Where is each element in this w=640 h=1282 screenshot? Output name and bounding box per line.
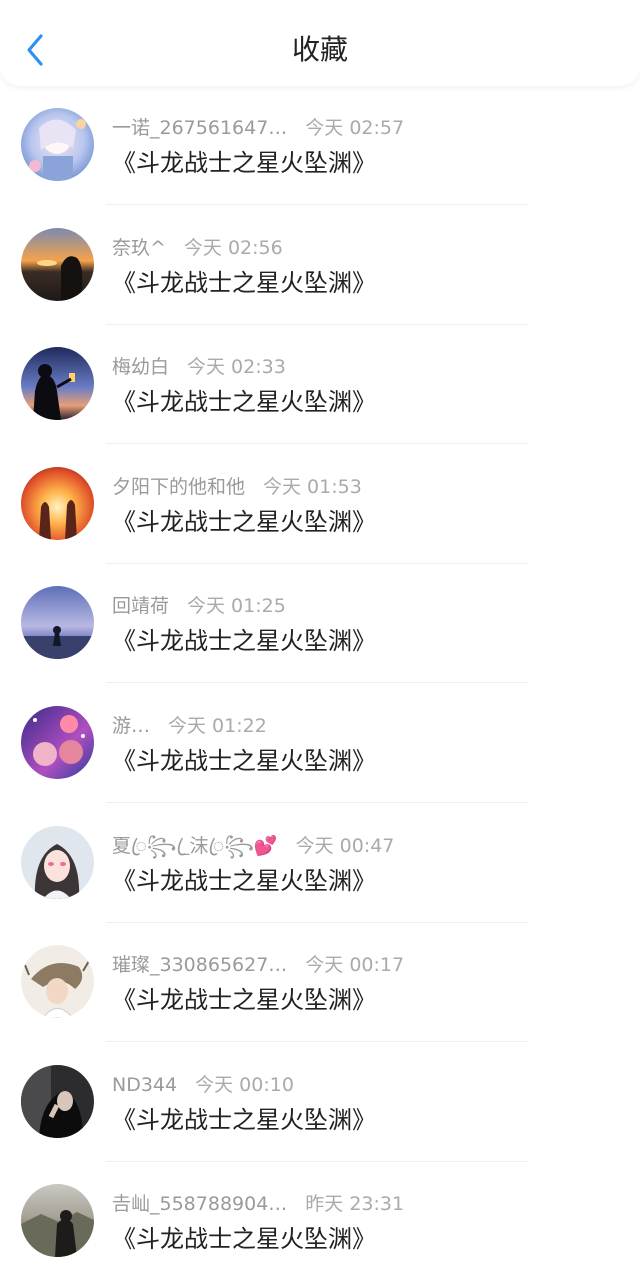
timestamp: 今天 00:10 [195, 1073, 294, 1096]
avatar[interactable] [21, 1184, 94, 1258]
avatar[interactable] [21, 227, 94, 301]
item-meta: 梅幼白 今天 02:33 [112, 353, 286, 381]
work-title[interactable]: 《斗龙战士之星火坠渊》 [112, 266, 376, 300]
work-title[interactable]: 《斗龙战士之星火坠渊》 [112, 983, 376, 1017]
favorites-list: 一诺_267561647… 今天 02:57 《斗龙战士之星火坠渊》 奈玖^ 今天 … [0, 86, 640, 1282]
user-name[interactable]: 𠮷屾_558788904… [112, 1193, 287, 1215]
item-meta: 夕阳下的他和他 今天 01:53 [112, 473, 362, 501]
list-item[interactable]: 夏ꦿ꧂_ꦿ沫ꦿ꧂💕 今天 00:47 《斗龙战士之星火坠渊》 [0, 804, 640, 924]
timestamp: 今天 01:22 [168, 714, 267, 737]
timestamp: 今天 00:47 [295, 834, 395, 857]
timestamp: 今天 00:17 [305, 954, 405, 977]
item-meta: 一诺_267561647… 今天 02:57 [112, 114, 404, 142]
timestamp: 今天 01:53 [263, 475, 362, 498]
list-item[interactable]: 夕阳下的他和他 今天 01:53 《斗龙战士之星火坠渊》 [0, 445, 640, 565]
timestamp: 今天 02:33 [187, 356, 286, 379]
list-item[interactable]: 回靖荷 今天 01:25 《斗龙战士之星火坠渊》 [0, 564, 640, 684]
list-item[interactable]: 梅幼白 今天 02:33 《斗龙战士之星火坠渊》 [0, 325, 640, 445]
list-item[interactable]: ND344 今天 00:10 《斗龙战士之星火坠渊》 [0, 1043, 640, 1163]
item-meta: 夏ꦿ꧂_ꦿ沫ꦿ꧂💕 今天 00:47 [112, 832, 394, 860]
user-name[interactable]: 夕阳下的他和他 [112, 476, 245, 498]
avatar[interactable] [21, 1064, 94, 1138]
list-item[interactable]: 一诺_267561647… 今天 02:57 《斗龙战士之星火坠渊》 [0, 86, 640, 206]
item-meta: ND344 今天 00:10 [112, 1071, 294, 1099]
user-name[interactable]: ND344 [112, 1074, 177, 1096]
work-title[interactable]: 《斗龙战士之星火坠渊》 [112, 1103, 376, 1137]
avatar[interactable] [21, 108, 94, 181]
item-meta: 璀璨_330865627… 今天 00:17 [112, 951, 404, 979]
user-name[interactable]: 奈玖^ [112, 237, 166, 259]
timestamp: 今天 01:25 [187, 595, 286, 618]
user-name[interactable]: 回靖荷 [112, 595, 169, 617]
user-name[interactable]: 夏ꦿ꧂_ꦿ沫ꦿ꧂💕 [112, 835, 278, 857]
user-name[interactable]: 游… [112, 715, 150, 737]
timestamp: 今天 02:56 [183, 236, 283, 259]
avatar[interactable] [21, 466, 94, 540]
user-name[interactable]: 璀璨_330865627… [112, 954, 287, 976]
avatar[interactable] [21, 705, 94, 779]
avatar[interactable] [21, 347, 94, 421]
list-item[interactable]: 游… 今天 01:22 《斗龙战士之星火坠渊》 [0, 684, 640, 804]
item-meta: 奈玖^ 今天 02:56 [112, 234, 283, 262]
work-title[interactable]: 《斗龙战士之星火坠渊》 [112, 864, 376, 898]
user-name[interactable]: 一诺_267561647… [112, 117, 287, 139]
avatar[interactable] [21, 825, 94, 899]
user-name[interactable]: 梅幼白 [112, 356, 169, 378]
page-title: 收藏 [291, 33, 348, 66]
work-title[interactable]: 《斗龙战士之星火坠渊》 [112, 744, 376, 778]
work-title[interactable]: 《斗龙战士之星火坠渊》 [112, 385, 376, 419]
list-item[interactable]: 奈玖^ 今天 02:56 《斗龙战士之星火坠渊》 [0, 206, 640, 326]
work-title[interactable]: 《斗龙战士之星火坠渊》 [112, 1222, 376, 1256]
work-title[interactable]: 《斗龙战士之星火坠渊》 [112, 624, 376, 658]
work-title[interactable]: 《斗龙战士之星火坠渊》 [112, 146, 376, 180]
timestamp: 昨天 23:31 [305, 1193, 405, 1216]
item-meta: 回靖荷 今天 01:25 [112, 592, 286, 620]
timestamp: 今天 02:57 [305, 117, 405, 139]
work-title[interactable]: 《斗龙战士之星火坠渊》 [112, 505, 376, 539]
item-meta: 游… 今天 01:22 [112, 712, 267, 740]
list-item[interactable]: 璀璨_330865627… 今天 00:17 《斗龙战士之星火坠渊》 [0, 923, 640, 1043]
top-bar: 收藏 [0, 0, 640, 86]
avatar[interactable] [21, 945, 94, 1019]
avatar[interactable] [21, 586, 94, 660]
item-meta: 𠮷屾_558788904… 昨天 23:31 [112, 1190, 404, 1218]
